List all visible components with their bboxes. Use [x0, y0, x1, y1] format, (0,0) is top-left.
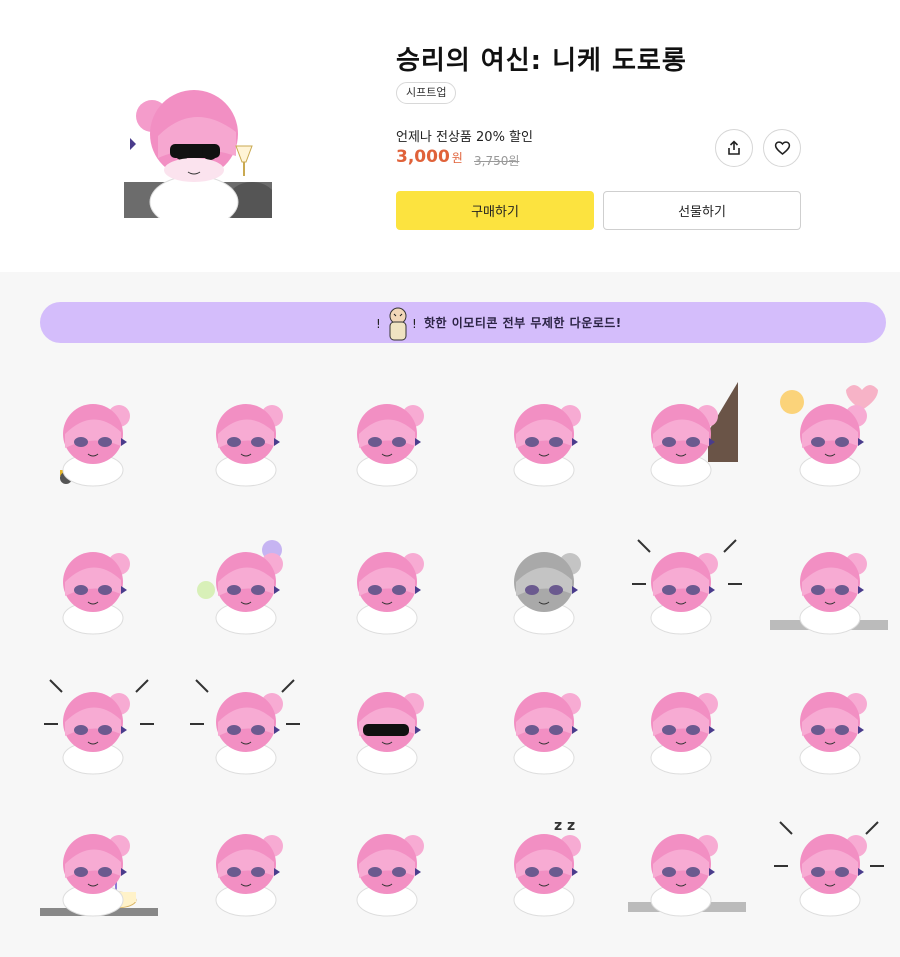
birthday-cake-sticker[interactable]: [40, 812, 158, 922]
happy-bubbles-sticker[interactable]: [186, 530, 304, 640]
banner-text: 핫한 이모티콘 전부 무제한 다운로드!: [424, 316, 622, 330]
price-value: 3,000: [396, 147, 450, 167]
discount-text: 언제나 전상품 20% 할인: [396, 130, 533, 145]
buy-button[interactable]: 구매하기: [396, 191, 594, 230]
banner-character-icon: ! !: [376, 304, 420, 342]
hiding-wall-sticker[interactable]: [628, 382, 746, 492]
sticker-grid: z z: [40, 382, 900, 952]
svg-text:!: !: [376, 317, 381, 331]
spark-head-sticker[interactable]: [628, 530, 746, 640]
sunglasses-sticker[interactable]: [334, 670, 452, 780]
like-button[interactable]: [763, 129, 801, 167]
product-header: 승리의 여신: 니케 도로롱 시프트업 언제나 전상품 20% 할인 3,000…: [0, 0, 900, 272]
gray-shocked-sticker[interactable]: [484, 530, 602, 640]
cheering-sticker[interactable]: [186, 812, 304, 922]
gift-button[interactable]: 선물하기: [603, 191, 801, 230]
table-flip-sticker[interactable]: [770, 530, 888, 640]
sticker-gallery: ! ! 핫한 이모티콘 전부 무제한 다운로드! z z: [0, 272, 900, 957]
sliding-sticker[interactable]: [40, 670, 158, 780]
sparkle-peek-sticker[interactable]: [334, 812, 452, 922]
hearts-sticker[interactable]: [770, 382, 888, 492]
table-rest-sticker[interactable]: [628, 812, 746, 922]
sale-price: 3,000 원: [396, 147, 463, 167]
svg-text:z z: z z: [554, 818, 575, 834]
standing-side-sticker[interactable]: [484, 670, 602, 780]
lying-down-sticker[interactable]: [770, 670, 888, 780]
peek-helmet-sticker[interactable]: [484, 382, 602, 492]
heart-icon: [774, 141, 790, 155]
ghost-sitting-sticker[interactable]: [40, 530, 158, 640]
waving-sticker[interactable]: [186, 382, 304, 492]
lying-tiny-sticker[interactable]: [334, 382, 452, 492]
annoyed-sticker[interactable]: [334, 530, 452, 640]
sleeping-sticker[interactable]: z z: [484, 812, 602, 922]
product-thumbnail: [118, 86, 278, 229]
promo-banner[interactable]: ! ! 핫한 이모티콘 전부 무제한 다운로드!: [40, 302, 886, 343]
share-button[interactable]: [715, 129, 753, 167]
crying-sticker[interactable]: [186, 670, 304, 780]
product-title: 승리의 여신: 니케 도로롱: [396, 46, 687, 76]
smiling-wave-sticker[interactable]: [770, 812, 888, 922]
share-icon: [728, 140, 740, 155]
scooter-sticker[interactable]: [40, 382, 158, 492]
price-unit: 원: [451, 151, 463, 165]
svg-text:!: !: [412, 317, 417, 331]
original-price: 3,750원: [474, 154, 520, 168]
author-badge[interactable]: 시프트업: [396, 82, 457, 104]
blushing-sticker[interactable]: [628, 670, 746, 780]
